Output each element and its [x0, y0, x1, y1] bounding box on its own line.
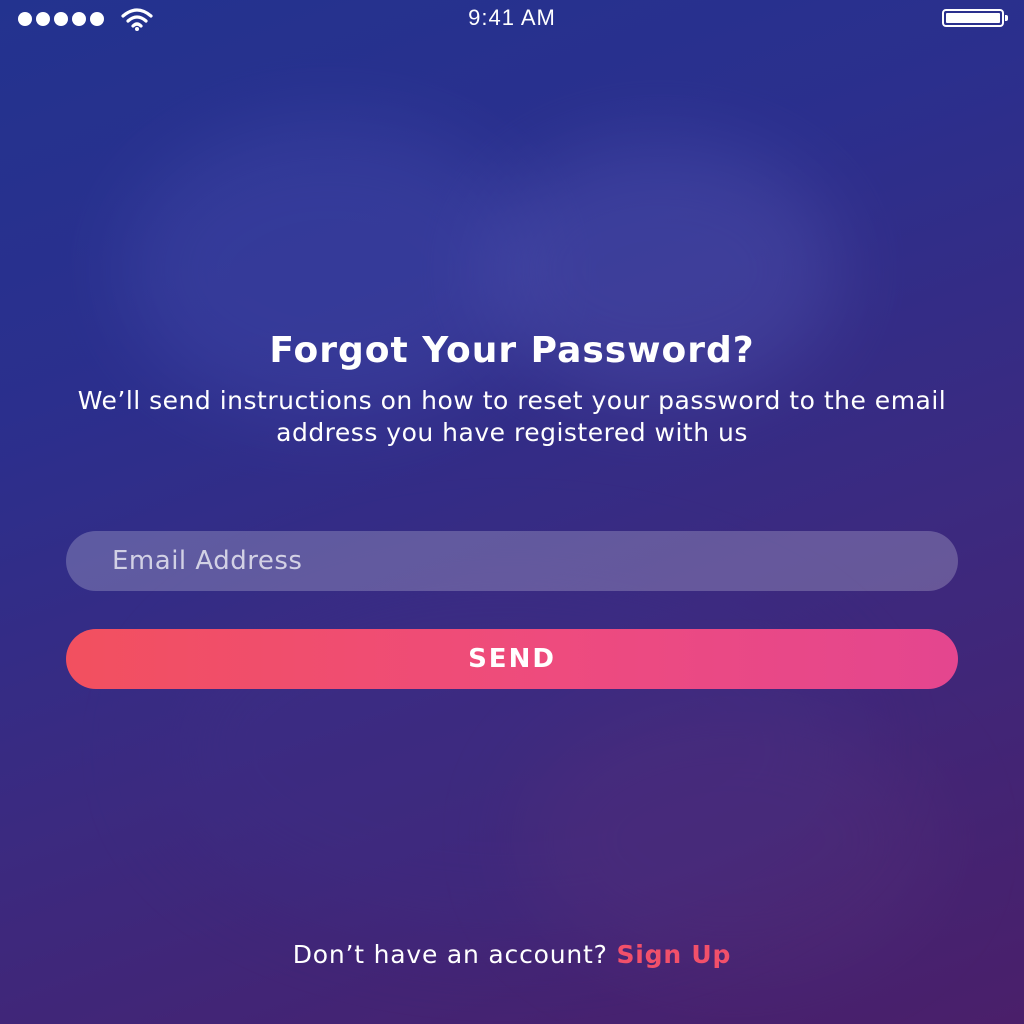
page-title: Forgot Your Password? [269, 330, 755, 371]
forgot-password-screen: 9:41 AM Forgot Your Password? We’ll send… [0, 0, 1024, 1024]
signup-prompt-text: Don’t have an account? [292, 940, 608, 969]
background-blur [520, 700, 940, 980]
signup-prompt: Don’t have an account? Sign Up [0, 940, 1024, 969]
battery-icon [942, 9, 1008, 27]
email-field[interactable] [66, 531, 958, 591]
background-blur [120, 120, 540, 420]
send-button[interactable]: SEND [66, 629, 958, 689]
email-input[interactable] [110, 545, 914, 577]
signup-link[interactable]: Sign Up [616, 940, 731, 969]
status-time: 9:41 AM [468, 5, 556, 30]
send-button-label: SEND [468, 644, 556, 674]
page-subtitle: We’ll send instructions on how to reset … [77, 386, 947, 447]
status-bar: 9:41 AM [0, 0, 1024, 38]
